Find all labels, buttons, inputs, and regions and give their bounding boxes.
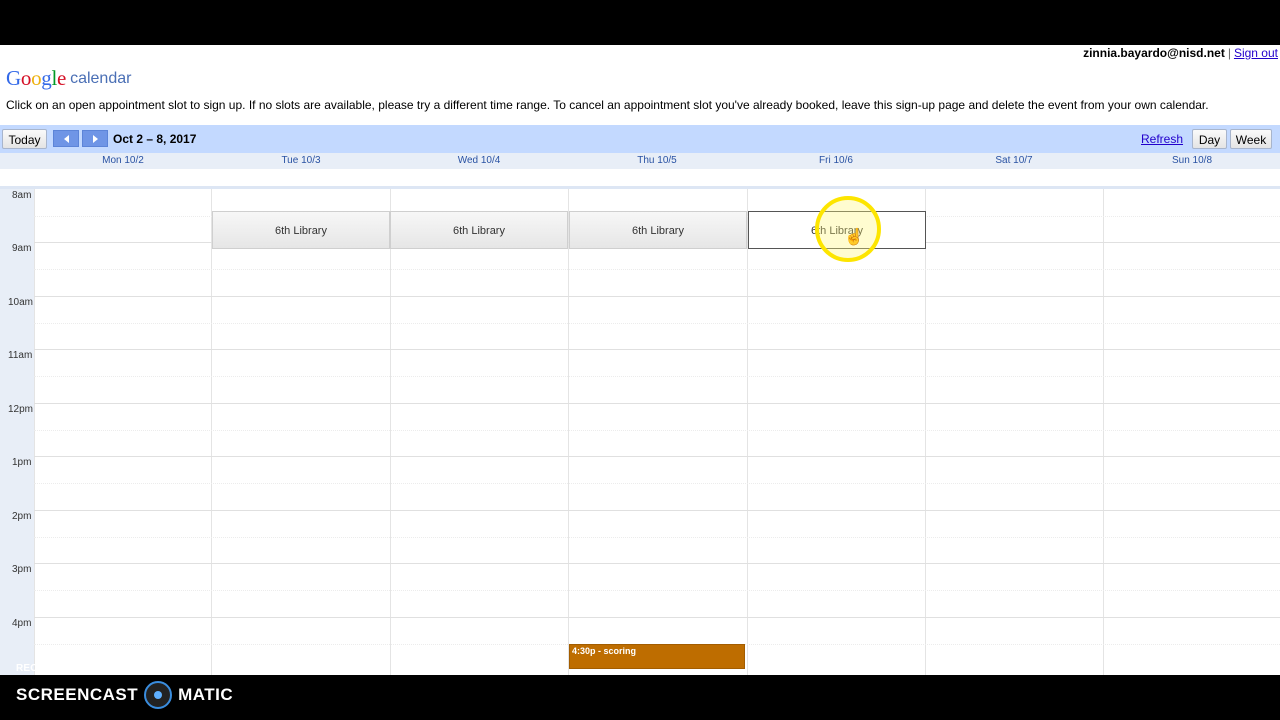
appointment-slot-tue[interactable]: 6th Library	[212, 211, 390, 249]
appointment-slot-wed[interactable]: 6th Library	[390, 211, 568, 249]
day-divider	[390, 189, 391, 675]
hour-label-2pm: 2pm	[12, 511, 32, 522]
user-bar-separator: |	[1227, 46, 1231, 60]
appointment-slot-fri[interactable]: 6th Library	[748, 211, 926, 249]
record-icon	[144, 681, 173, 709]
hour-label-4pm: 4pm	[12, 618, 32, 629]
hour-label-11am: 11am	[8, 350, 33, 361]
half-hour-line	[34, 430, 1280, 431]
time-gutter: 8am 9am 10am 11am 12pm 1pm 2pm 3pm 4pm	[0, 189, 34, 675]
day-header-sun: Sun 10/8	[1171, 155, 1213, 166]
hour-label-8am: 8am	[12, 190, 32, 201]
hour-line	[34, 456, 1280, 457]
hour-line	[34, 563, 1280, 564]
screencast-o-matic-logo: SCREENCAST MATIC	[16, 681, 233, 709]
appointment-slot-thu[interactable]: 6th Library	[569, 211, 747, 249]
user-bar: zinnia.bayardo@nisd.net | Sign out	[1083, 46, 1278, 60]
day-header-fri: Fri 10/6	[819, 155, 853, 166]
half-hour-line	[34, 323, 1280, 324]
user-email: zinnia.bayardo@nisd.net	[1083, 46, 1225, 60]
watermark-recorded-with: RECORDED WITH	[16, 663, 105, 674]
week-grid[interactable]	[34, 189, 1280, 675]
day-divider	[568, 189, 569, 675]
day-headers: Mon 10/2 Tue 10/3 Wed 10/4 Thu 10/5 Fri …	[0, 153, 1280, 169]
day-divider	[747, 189, 748, 675]
hour-line	[34, 510, 1280, 511]
hour-label-10am: 10am	[8, 297, 34, 308]
chevron-left-icon	[64, 135, 69, 143]
hour-label-1pm: 1pm	[12, 457, 32, 468]
instructions-text: Click on an open appointment slot to sig…	[6, 98, 1209, 112]
day-divider	[34, 189, 35, 675]
google-calendar-logo[interactable]: Google calendar	[6, 66, 131, 91]
calendar-logo-text: calendar	[70, 70, 132, 87]
chevron-right-icon	[93, 135, 98, 143]
calendar-event-scoring[interactable]: 4:30p - scoring	[569, 644, 745, 669]
next-week-button[interactable]	[82, 130, 108, 147]
brand-right: MATIC	[178, 685, 234, 704]
day-header-mon: Mon 10/2	[102, 155, 144, 166]
day-header-wed: Wed 10/4	[457, 155, 501, 166]
week-view-button[interactable]: Week	[1230, 129, 1272, 149]
day-divider	[925, 189, 926, 675]
sign-out-link[interactable]: Sign out	[1234, 46, 1278, 60]
half-hour-line	[34, 269, 1280, 270]
hour-line	[34, 617, 1280, 618]
half-hour-line	[34, 537, 1280, 538]
half-hour-line	[34, 590, 1280, 591]
hour-line	[34, 349, 1280, 350]
day-header-tue: Tue 10/3	[281, 155, 321, 166]
day-divider	[1103, 189, 1104, 675]
nav-bar: Today Oct 2 – 8, 2017 Refresh Day Week	[0, 125, 1280, 153]
day-view-button[interactable]: Day	[1192, 129, 1227, 149]
hour-label-9am: 9am	[12, 243, 32, 254]
google-logo-text: Google	[6, 66, 67, 90]
brand-left: SCREENCAST	[16, 685, 139, 704]
hour-label-3pm: 3pm	[12, 564, 32, 575]
calendar-page: zinnia.bayardo@nisd.net | Sign out Google c…	[0, 45, 1280, 675]
prev-week-button[interactable]	[53, 130, 79, 147]
day-header-sat: Sat 10/7	[995, 155, 1033, 166]
half-hour-line	[34, 483, 1280, 484]
day-header-thu: Thu 10/5	[637, 155, 677, 166]
video-top-bar	[0, 0, 1280, 45]
date-range: Oct 2 – 8, 2017	[113, 132, 197, 146]
day-divider	[211, 189, 212, 675]
refresh-link[interactable]: Refresh	[1141, 132, 1183, 146]
today-button[interactable]: Today	[2, 129, 47, 149]
hour-label-12pm: 12pm	[8, 404, 34, 415]
hour-line	[34, 403, 1280, 404]
hour-line	[34, 296, 1280, 297]
half-hour-line	[34, 376, 1280, 377]
